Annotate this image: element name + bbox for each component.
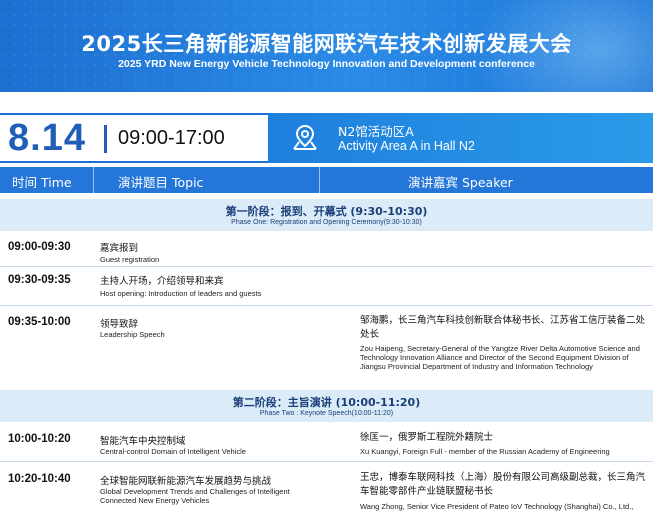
row-speaker-cn: 徐匡一，俄罗斯工程院外籍院士 <box>360 432 494 443</box>
col-header-topic: 演讲题目 Topic <box>118 175 204 190</box>
phase-title-cn: 第一阶段：报到、开幕式 (9:30-10:30) <box>225 205 428 218</box>
date-divider <box>104 125 107 153</box>
schedule-row: 09:35-10:00 领导致辞 Leadership Speech 邹海鹏，长… <box>0 306 653 386</box>
row-time: 10:00-10:20 <box>8 433 71 445</box>
phase-banner: 第一阶段：报到、开幕式 (9:30-10:30) Phase One: Regi… <box>0 199 653 231</box>
schedule-row: 09:00-09:30 嘉宾报到 Guest registration <box>0 234 653 267</box>
row-topic-en: Global Development Trends and Challenges… <box>100 487 290 505</box>
schedule-row: 09:30-09:35 主持人开场，介绍领导和来宾 Host opening: … <box>0 267 653 306</box>
location-cn: N2馆活动区A <box>338 124 414 139</box>
col-header-time: 时间 Time <box>12 175 72 190</box>
header-banner: 2025长三角新能源智能网联汽车技术创新发展大会 2025 YRD New En… <box>0 0 653 92</box>
schedule-row: 10:00-10:20 智能汽车中央控制域 Central-control Do… <box>0 425 653 462</box>
phase-title-en: Phase Two : Keynote Speech(10:00-11:20) <box>259 410 394 417</box>
date-location-bar: 8.14 09:00-17:00 N2馆活动区A Activity Area A… <box>0 113 653 163</box>
phase-title-en: Phase One: Registration and Opening Cere… <box>231 219 422 226</box>
col-divider <box>93 167 94 193</box>
row-time: 09:00-09:30 <box>8 241 71 253</box>
col-header-speaker: 演讲嘉宾 Speaker <box>408 175 513 190</box>
row-topic-en: Leadership Speech <box>100 330 165 339</box>
location-en: Activity Area A in Hall N2 <box>338 139 475 153</box>
col-divider <box>319 167 320 193</box>
row-topic-cn: 主持人开场，介绍领导和来宾 <box>100 276 224 287</box>
row-speaker-cn: 邹海鹏，长三角汽车科技创新联合体秘书长、江苏省工信厅装备二处处长 <box>360 315 646 340</box>
row-speaker-en: Xu Kuangyi, Foreign Full - member of the… <box>360 447 610 456</box>
row-topic-cn: 智能汽车中央控制域 <box>100 436 186 447</box>
row-time: 09:35-10:00 <box>8 316 71 328</box>
row-time: 10:20-10:40 <box>8 473 71 485</box>
phase-title-cn: 第二阶段：主旨演讲 (10:00-11:20) <box>232 396 421 409</box>
conference-title-en: 2025 YRD New Energy Vehicle Technology I… <box>118 58 535 70</box>
row-topic-cn: 嘉宾报到 <box>100 243 139 254</box>
row-topic-en: Guest registration <box>100 255 160 264</box>
row-topic-en: Central-control Domain of Intelligent Ve… <box>100 447 246 456</box>
row-speaker-en: Wang Zhong, Senior Vice President of Pat… <box>360 502 634 511</box>
phase-banner: 第二阶段：主旨演讲 (10:00-11:20) Phase Two : Keyn… <box>0 390 653 422</box>
conference-title-cn: 2025长三角新能源智能网联汽车技术创新发展大会 <box>81 32 572 56</box>
event-time: 09:00-17:00 <box>118 127 225 149</box>
date-panel: 8.14 09:00-17:00 <box>0 113 268 163</box>
row-topic-cn: 领导致辞 <box>100 319 139 330</box>
row-time: 09:30-09:35 <box>8 274 71 286</box>
row-speaker-cn: 王忠，博泰车联网科技（上海）股份有限公司高级副总裁，长三角汽车智能零部件产业链联… <box>360 472 646 497</box>
event-date: 8.14 <box>8 117 86 159</box>
row-topic-cn: 全球智能网联新能源汽车发展趋势与挑战 <box>100 476 272 487</box>
row-topic-en: Host opening: Introduction of leaders an… <box>100 289 262 298</box>
row-speaker-en: Zou Haipeng, Secretary-General of the Ya… <box>360 344 640 371</box>
map-pin-icon <box>293 124 317 150</box>
location-panel: N2馆活动区A Activity Area A in Hall N2 <box>268 113 653 163</box>
table-header: 时间 Time 演讲题目 Topic 演讲嘉宾 Speaker <box>0 167 653 193</box>
schedule-row: 10:20-10:40 全球智能网联新能源汽车发展趋势与挑战 Global De… <box>0 465 653 517</box>
